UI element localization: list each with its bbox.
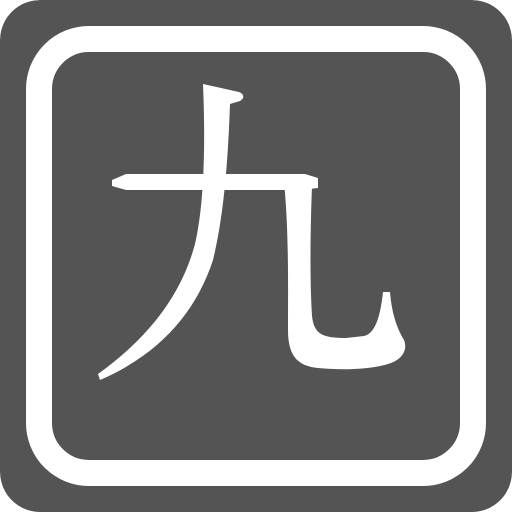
- icon-tile-background: [0, 0, 512, 512]
- kanji-nine-icon: [0, 0, 512, 512]
- kanji-app-icon[interactable]: [0, 0, 512, 512]
